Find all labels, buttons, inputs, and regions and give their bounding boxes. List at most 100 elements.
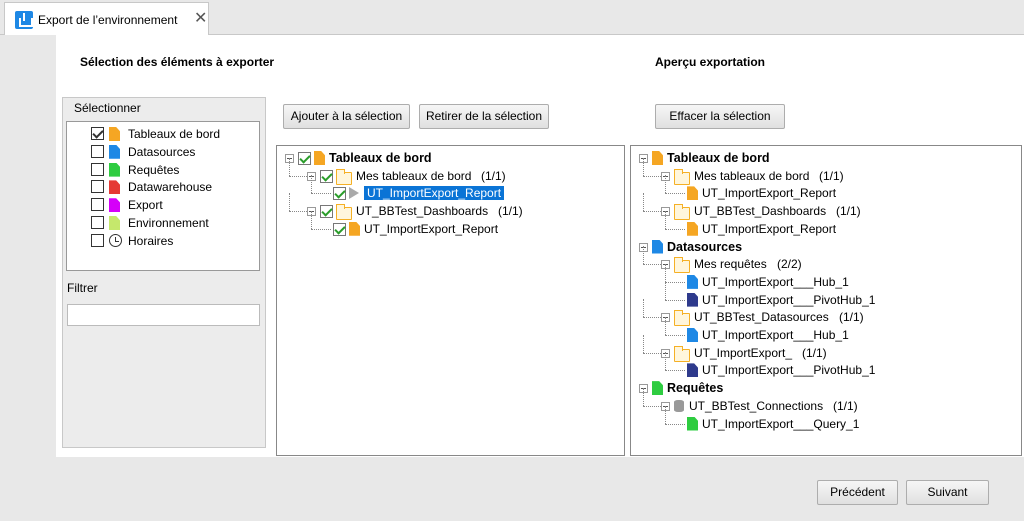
- folder-icon: [674, 257, 690, 274]
- report-icon: [687, 274, 698, 289]
- selector-title: Sélectionner: [74, 101, 141, 115]
- tree-leaf[interactable]: UT_ImportExport_Report: [631, 175, 1021, 202]
- tree-connector: [665, 370, 685, 372]
- type-item[interactable]: Datawarehouse: [67, 178, 257, 196]
- tree-connector: [665, 193, 685, 195]
- type-item[interactable]: Datasources: [67, 143, 257, 161]
- tree-connector: [643, 405, 663, 407]
- clear-selection-button[interactable]: Effacer la sélection: [655, 104, 785, 129]
- checkbox[interactable]: [91, 144, 104, 158]
- type-label: Tableaux de bord: [128, 127, 221, 141]
- checkbox[interactable]: [320, 169, 333, 183]
- checkbox[interactable]: [320, 205, 333, 219]
- tree-folder[interactable]: UT_BBTest_Connections (1/1): [631, 387, 1021, 415]
- report-icon: [652, 239, 663, 254]
- database-icon: [674, 399, 684, 412]
- tree-folder[interactable]: UT_BBTest_Dashboards (1/1): [277, 193, 624, 221]
- checkbox[interactable]: [91, 162, 104, 176]
- export-icon: [15, 11, 33, 29]
- tree-leaf[interactable]: UT_ImportExport___Hub_1: [631, 263, 1021, 291]
- tree-root[interactable]: Requêtes: [631, 379, 1021, 397]
- preview-tree[interactable]: Tableaux de bord Mes tableaux de bord (1/1…: [630, 145, 1022, 456]
- tree-leaf[interactable]: UT_ImportExport___Hub_1: [631, 317, 1021, 344]
- report-icon: [349, 221, 360, 236]
- tree-folder[interactable]: Mes requêtes (2/2): [631, 246, 1021, 274]
- tree-connector: [289, 211, 309, 213]
- tree-connector: [311, 210, 312, 229]
- type-icon: [109, 216, 120, 230]
- tree-connector: [643, 387, 644, 406]
- tree-folder[interactable]: UT_BBTest_Datasources (1/1): [631, 299, 1021, 327]
- close-icon[interactable]: ✕: [194, 10, 207, 28]
- tree-root[interactable]: Tableaux de bord: [277, 149, 624, 167]
- tree-label: UT_BBTest_Dashboards: [694, 204, 827, 219]
- report-icon: [687, 328, 698, 342]
- tree-label: UT_BBTest_Dashboards: [356, 204, 489, 219]
- tree-connector: [311, 175, 312, 194]
- tab-export-environment[interactable]: Export de l’environnement ✕: [4, 2, 209, 35]
- tree-count: (1/1): [819, 168, 844, 183]
- checkbox[interactable]: [333, 187, 346, 201]
- tree-label: UT_ImportExport___Hub_1: [702, 274, 849, 289]
- report-icon: [314, 151, 325, 165]
- checkbox[interactable]: [333, 222, 346, 236]
- selection-tree[interactable]: Tableaux de bord Mes tableaux de bord (1/1…: [276, 145, 625, 456]
- tree-label: UT_ImportExport___PivotHub_1: [702, 292, 876, 307]
- type-item[interactable]: Tableaux de bord: [67, 125, 257, 143]
- tree-label: Datasources: [667, 239, 743, 254]
- type-item[interactable]: Export: [67, 196, 257, 214]
- play-icon: [349, 187, 359, 200]
- tree-folder[interactable]: Mes tableaux de bord (1/1): [277, 157, 624, 185]
- folder-icon: [336, 168, 352, 185]
- type-item[interactable]: Horaires: [67, 232, 257, 250]
- report-icon: [652, 381, 663, 396]
- checkbox[interactable]: [91, 216, 104, 229]
- type-icon: [109, 198, 120, 213]
- tree-count: (1/1): [836, 204, 861, 219]
- next-button[interactable]: Suivant: [906, 480, 989, 505]
- previous-button[interactable]: Précédent: [817, 480, 898, 505]
- tree-count: (1/1): [481, 168, 506, 183]
- checkbox[interactable]: [91, 233, 104, 247]
- tree-connector: [643, 193, 644, 212]
- preview-heading: Aperçu exportation: [655, 55, 766, 69]
- type-item[interactable]: Environnement: [67, 214, 257, 232]
- tree-leaf[interactable]: UT_ImportExport_Report: [277, 210, 624, 238]
- tree-connector: [665, 228, 685, 230]
- checkbox[interactable]: [91, 180, 104, 194]
- folder-icon: [674, 168, 690, 185]
- report-icon: [687, 186, 698, 201]
- tree-connector: [643, 352, 663, 354]
- add-to-selection-button[interactable]: Ajouter à la sélection: [283, 104, 410, 129]
- tree-leaf[interactable]: UT_ImportExport___Query_1: [631, 405, 1021, 433]
- tree-connector: [643, 317, 663, 319]
- tree-label: UT_ImportExport_Report: [702, 186, 837, 201]
- tree-connector: [665, 405, 666, 424]
- type-item[interactable]: Requêtes: [67, 161, 257, 179]
- type-icon: [109, 144, 120, 159]
- tree-connector: [665, 175, 666, 194]
- checkbox[interactable]: [91, 127, 104, 140]
- tree-folder[interactable]: UT_BBTest_Dashboards (1/1): [631, 193, 1021, 221]
- tree-root[interactable]: Datasources: [631, 238, 1021, 256]
- tree-connector: [643, 334, 644, 353]
- tree-connector: [643, 299, 644, 318]
- tree-connector: [643, 246, 644, 265]
- filter-input[interactable]: [67, 304, 260, 326]
- tree-folder[interactable]: Mes tableaux de bord (1/1): [631, 157, 1021, 185]
- remove-from-selection-button[interactable]: Retirer de la sélection: [419, 104, 549, 129]
- tree-label: Mes tableaux de bord: [694, 168, 810, 183]
- tree-leaf[interactable]: UT_ImportExport_Report: [631, 210, 1021, 238]
- folder-icon: [674, 204, 690, 221]
- tree-label: UT_ImportExport___Hub_1: [702, 328, 849, 342]
- tree-root[interactable]: Tableaux de bord: [631, 149, 1021, 167]
- tree-folder[interactable]: UT_ImportExport_ (1/1): [631, 334, 1021, 362]
- tree-leaf[interactable]: UT_ImportExport_Report: [277, 175, 624, 202]
- tree-leaf[interactable]: UT_ImportExport___PivotHub_1: [631, 281, 1021, 309]
- tree-connector: [643, 175, 663, 177]
- folder-icon: [336, 204, 352, 221]
- checkbox[interactable]: [298, 152, 311, 165]
- report-icon: [687, 416, 698, 431]
- tree-leaf[interactable]: UT_ImportExport___PivotHub_1: [631, 352, 1021, 379]
- checkbox[interactable]: [91, 198, 104, 212]
